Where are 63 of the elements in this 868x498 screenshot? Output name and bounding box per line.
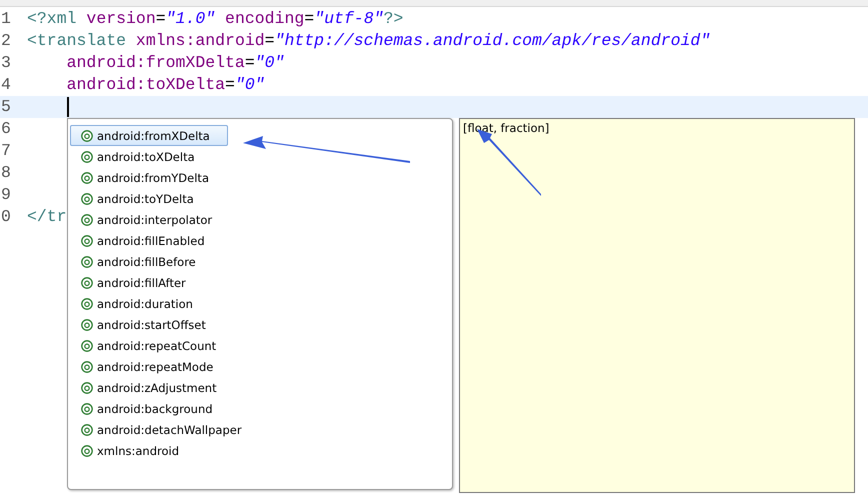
code-token: android:toXDelta — [66, 74, 226, 96]
code-token: ?> — [384, 8, 404, 30]
line-number: 7 — [0, 140, 12, 162]
code-token: = — [156, 8, 166, 30]
completion-item[interactable]: android:toXDelta — [70, 146, 228, 167]
code-token: android:fromXDelta — [66, 52, 245, 74]
code-token: <?xml — [27, 8, 77, 30]
attribute-icon — [81, 402, 93, 414]
completion-item[interactable]: android:repeatMode — [70, 356, 228, 377]
code-token: encoding — [224, 8, 304, 30]
text-cursor — [67, 97, 69, 117]
completion-item[interactable]: android:toYDelta — [70, 188, 228, 209]
attribute-icon — [81, 298, 93, 310]
code-token: "0" — [254, 52, 284, 74]
attribute-icon — [81, 214, 93, 226]
code-token: </tr — [27, 206, 67, 228]
completion-item[interactable]: android:fillBefore — [70, 251, 228, 272]
completion-item[interactable]: android:interpolator — [70, 209, 228, 230]
attribute-icon — [81, 444, 93, 456]
completion-item[interactable]: android:fillAfter — [70, 272, 228, 293]
line-number: 9 — [0, 184, 12, 206]
code-token: = — [304, 8, 314, 30]
completion-item[interactable]: android:startOffset — [70, 314, 228, 335]
completion-item[interactable]: android:fromXDelta — [70, 125, 228, 146]
attribute-icon — [81, 276, 93, 288]
attribute-icon — [81, 424, 93, 436]
code-token: = — [225, 74, 235, 96]
code-token: = — [264, 30, 275, 52]
attribute-icon — [81, 192, 93, 204]
code-token: "http://schemas.android.com/apk/res/android" — [274, 30, 710, 52]
completion-item[interactable]: android:detachWallpaper — [70, 419, 249, 440]
completion-item[interactable]: android:zAdjustment — [70, 377, 228, 398]
completion-item[interactable]: android:fillEnabled — [70, 230, 228, 251]
line-number: 2 — [0, 30, 12, 52]
completion-item[interactable]: android:background — [70, 398, 228, 419]
code-token: "1.0" — [166, 8, 216, 30]
attribute-icon — [81, 360, 93, 372]
code-token: <translate — [27, 30, 126, 52]
line-number: 5 — [0, 96, 12, 118]
type-hint: [float, fraction] — [463, 121, 550, 135]
code-token: = — [244, 52, 255, 74]
completion-item[interactable]: android:duration — [70, 293, 228, 314]
code-token: "utf-8" — [314, 8, 384, 30]
completion-item[interactable]: android:fromYDelta — [70, 167, 228, 188]
attribute-icon — [81, 318, 93, 330]
code-token: version — [85, 8, 156, 30]
attribute-icon — [81, 382, 93, 394]
line-number: 4 — [0, 74, 12, 96]
code-token: xmlns:android — [134, 30, 265, 52]
attribute-icon — [81, 256, 93, 268]
attribute-icon — [81, 150, 93, 162]
line-number: 1 — [0, 8, 12, 30]
completion-item[interactable]: xmlns:android — [70, 440, 228, 461]
attribute-icon — [81, 172, 93, 184]
completion-item[interactable]: android:repeatCount — [70, 335, 228, 356]
attribute-icon — [81, 340, 93, 352]
line-number: 8 — [0, 162, 12, 184]
line-number: 6 — [0, 118, 12, 140]
line-number: 3 — [0, 52, 12, 74]
attribute-icon — [81, 234, 93, 246]
attribute-icon — [81, 130, 93, 142]
code-token: "0" — [234, 74, 265, 96]
line-number: 0 — [0, 206, 12, 228]
